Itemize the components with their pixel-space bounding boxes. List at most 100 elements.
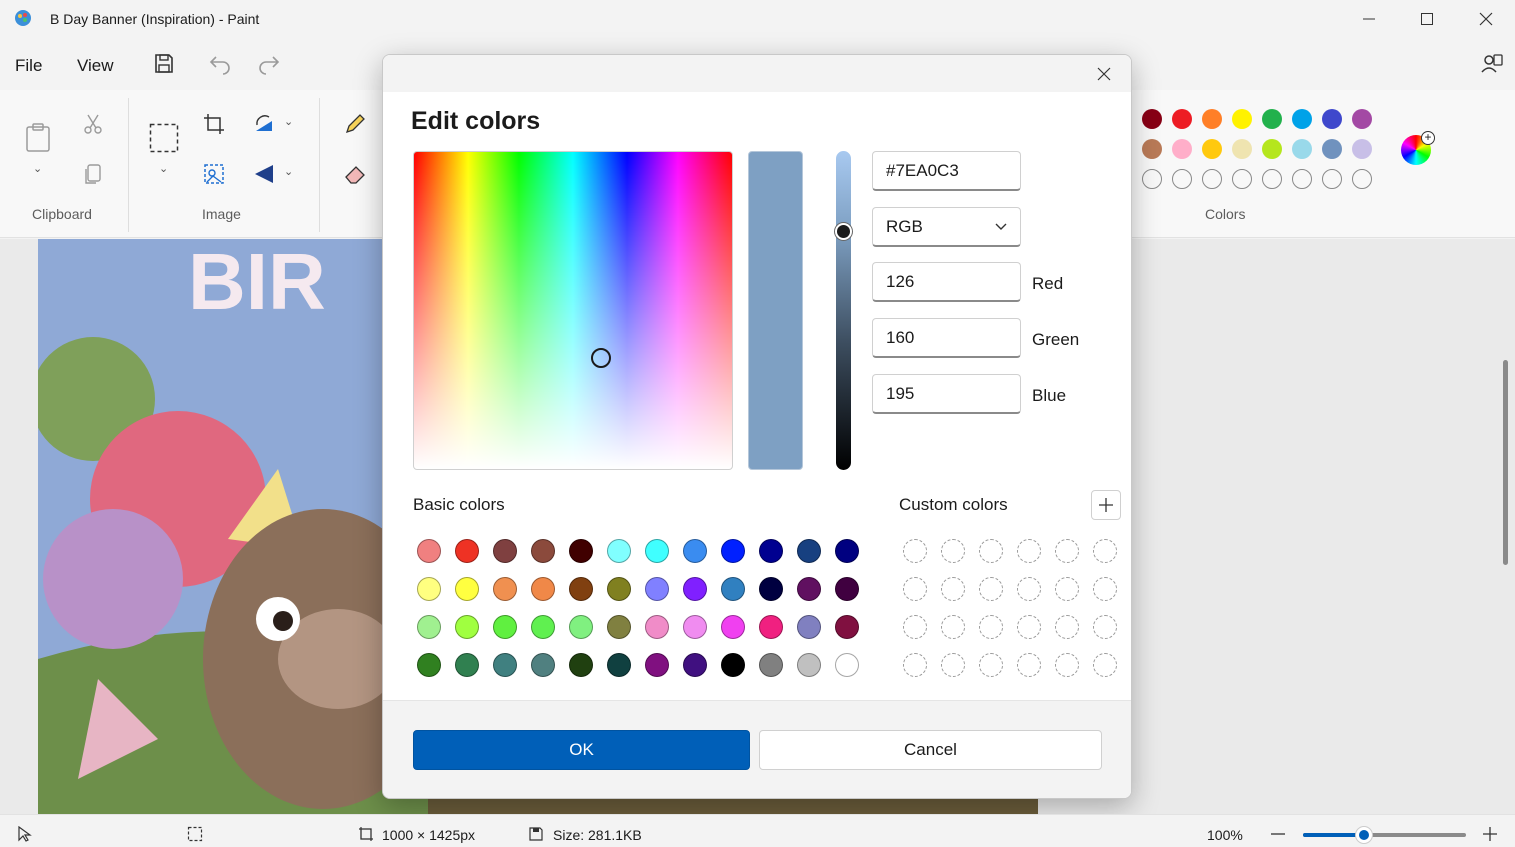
basic-color-swatch[interactable]	[797, 539, 821, 563]
basic-color-swatch[interactable]	[493, 577, 517, 601]
basic-color-swatch[interactable]	[683, 615, 707, 639]
red-input[interactable]: 126	[872, 262, 1021, 302]
basic-color-swatch[interactable]	[683, 653, 707, 677]
custom-color-slot[interactable]	[1055, 577, 1079, 601]
redo-icon[interactable]	[257, 52, 281, 76]
custom-color-slot[interactable]	[1017, 577, 1041, 601]
close-window-button[interactable]	[1457, 0, 1515, 38]
vertical-scrollbar[interactable]	[1503, 360, 1508, 565]
custom-color-slot[interactable]	[1017, 615, 1041, 639]
rotate-dropdown-chevron-icon[interactable]: ⌄	[284, 115, 293, 128]
custom-color-slot[interactable]	[903, 577, 927, 601]
custom-color-slot[interactable]	[903, 653, 927, 677]
zoom-slider[interactable]	[1303, 833, 1466, 837]
palette-empty-slot[interactable]	[1142, 169, 1162, 189]
rotate-button[interactable]	[248, 108, 280, 140]
palette-swatch[interactable]	[1172, 139, 1192, 159]
basic-color-swatch[interactable]	[417, 615, 441, 639]
basic-color-swatch[interactable]	[759, 615, 783, 639]
palette-empty-slot[interactable]	[1322, 169, 1342, 189]
flip-dropdown-chevron-icon[interactable]: ⌄	[284, 165, 293, 178]
undo-icon[interactable]	[208, 52, 232, 76]
basic-color-swatch[interactable]	[569, 577, 593, 601]
basic-color-swatch[interactable]	[493, 653, 517, 677]
basic-color-swatch[interactable]	[759, 653, 783, 677]
custom-color-slot[interactable]	[941, 615, 965, 639]
custom-color-slot[interactable]	[903, 539, 927, 563]
basic-color-swatch[interactable]	[493, 539, 517, 563]
basic-color-swatch[interactable]	[797, 577, 821, 601]
basic-color-swatch[interactable]	[721, 539, 745, 563]
basic-color-swatch[interactable]	[569, 539, 593, 563]
custom-color-slot[interactable]	[1055, 539, 1079, 563]
basic-color-swatch[interactable]	[645, 539, 669, 563]
basic-color-swatch[interactable]	[569, 653, 593, 677]
basic-color-swatch[interactable]	[455, 615, 479, 639]
palette-swatch[interactable]	[1202, 109, 1222, 129]
palette-swatch[interactable]	[1142, 109, 1162, 129]
custom-color-slot[interactable]	[1093, 653, 1117, 677]
basic-color-swatch[interactable]	[683, 539, 707, 563]
crop-button[interactable]	[198, 108, 230, 140]
custom-color-slot[interactable]	[1055, 615, 1079, 639]
basic-color-swatch[interactable]	[455, 539, 479, 563]
select-dropdown-chevron-icon[interactable]: ⌄	[159, 162, 168, 175]
custom-color-slot[interactable]	[941, 539, 965, 563]
brightness-slider[interactable]	[836, 151, 851, 470]
basic-color-swatch[interactable]	[721, 577, 745, 601]
basic-color-swatch[interactable]	[645, 577, 669, 601]
paste-dropdown-chevron-icon[interactable]: ⌄	[33, 162, 42, 175]
basic-color-swatch[interactable]	[835, 539, 859, 563]
basic-color-swatch[interactable]	[721, 615, 745, 639]
basic-color-swatch[interactable]	[607, 615, 631, 639]
custom-color-slot[interactable]	[1017, 653, 1041, 677]
basic-color-swatch[interactable]	[759, 539, 783, 563]
basic-color-swatch[interactable]	[759, 577, 783, 601]
palette-swatch[interactable]	[1292, 139, 1312, 159]
palette-empty-slot[interactable]	[1232, 169, 1252, 189]
minimize-button[interactable]	[1340, 0, 1398, 38]
basic-color-swatch[interactable]	[531, 539, 555, 563]
palette-empty-slot[interactable]	[1202, 169, 1222, 189]
palette-swatch[interactable]	[1172, 109, 1192, 129]
zoom-in-icon[interactable]	[1482, 826, 1498, 842]
palette-swatch[interactable]	[1322, 139, 1342, 159]
spectrum-cursor[interactable]	[591, 348, 611, 368]
palette-swatch[interactable]	[1352, 109, 1372, 129]
palette-empty-slot[interactable]	[1352, 169, 1372, 189]
custom-color-slot[interactable]	[941, 577, 965, 601]
basic-color-swatch[interactable]	[683, 577, 707, 601]
basic-color-swatch[interactable]	[797, 653, 821, 677]
custom-color-slot[interactable]	[1093, 615, 1117, 639]
basic-color-swatch[interactable]	[455, 577, 479, 601]
palette-swatch[interactable]	[1262, 109, 1282, 129]
basic-color-swatch[interactable]	[797, 615, 821, 639]
palette-swatch[interactable]	[1262, 139, 1282, 159]
dialog-close-button[interactable]	[1093, 63, 1115, 85]
zoom-slider-thumb[interactable]	[1355, 826, 1373, 844]
basic-color-swatch[interactable]	[835, 615, 859, 639]
basic-color-swatch[interactable]	[417, 539, 441, 563]
save-icon[interactable]	[152, 52, 176, 76]
palette-swatch[interactable]	[1232, 139, 1252, 159]
custom-color-slot[interactable]	[979, 577, 1003, 601]
maximize-button[interactable]	[1398, 0, 1456, 38]
basic-color-swatch[interactable]	[569, 615, 593, 639]
menu-view[interactable]: View	[77, 56, 114, 76]
basic-color-swatch[interactable]	[531, 577, 555, 601]
custom-color-slot[interactable]	[979, 539, 1003, 563]
pencil-button[interactable]	[339, 108, 371, 140]
hex-input[interactable]: #7EA0C3	[872, 151, 1021, 191]
palette-swatch[interactable]	[1352, 139, 1372, 159]
color-mode-select[interactable]: RGB	[872, 207, 1021, 247]
basic-color-swatch[interactable]	[493, 615, 517, 639]
account-icon[interactable]	[1480, 52, 1504, 76]
basic-color-swatch[interactable]	[607, 653, 631, 677]
basic-color-swatch[interactable]	[531, 615, 555, 639]
zoom-out-icon[interactable]	[1270, 826, 1286, 842]
custom-color-slot[interactable]	[979, 615, 1003, 639]
eraser-button[interactable]	[339, 158, 371, 190]
select-button[interactable]	[148, 122, 180, 154]
edit-colors-button[interactable]: +	[1399, 131, 1435, 167]
palette-swatch[interactable]	[1202, 139, 1222, 159]
